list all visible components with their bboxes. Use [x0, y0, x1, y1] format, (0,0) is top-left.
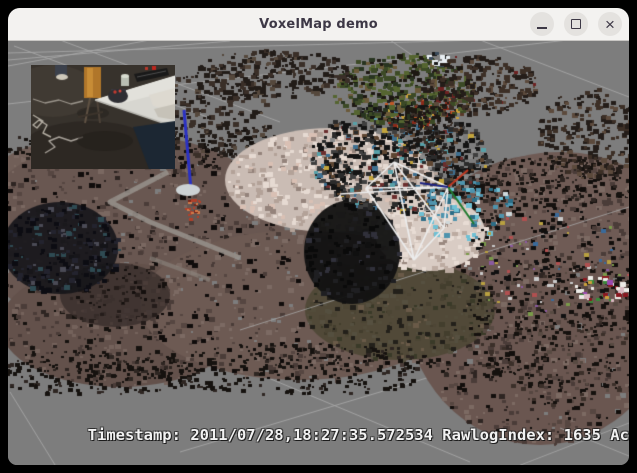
- minimize-icon: [537, 27, 547, 29]
- status-text: Timestamp: 2011/07/28,18:27:35.572534 Ra…: [13, 408, 629, 462]
- maximize-icon: [571, 19, 581, 29]
- timestamp-label: Timestamp:: [88, 426, 191, 444]
- close-button[interactable]: ×: [598, 12, 622, 36]
- viewport: Timestamp: 2011/07/28,18:27:35.572534 Ra…: [8, 41, 629, 465]
- activevoxels-label: ActiveVoxe: [601, 426, 629, 444]
- minimize-button[interactable]: [530, 12, 554, 36]
- rawlog-value: 1635: [564, 426, 601, 444]
- titlebar[interactable]: VoxelMap demo ×: [8, 8, 629, 41]
- timestamp-value: 2011/07/28,18:27:35.572534: [190, 426, 433, 444]
- voxelmap-window: VoxelMap demo × Timestamp: 2011/07/28,18…: [8, 8, 629, 465]
- window-controls: ×: [530, 12, 622, 36]
- camera-feed-inset: [31, 65, 175, 169]
- maximize-button[interactable]: [564, 12, 588, 36]
- window-title: VoxelMap demo: [259, 17, 378, 32]
- rawlog-label: RawlogIndex:: [433, 426, 564, 444]
- desktop: VoxelMap demo × Timestamp: 2011/07/28,18…: [0, 0, 637, 473]
- close-icon: ×: [605, 16, 615, 33]
